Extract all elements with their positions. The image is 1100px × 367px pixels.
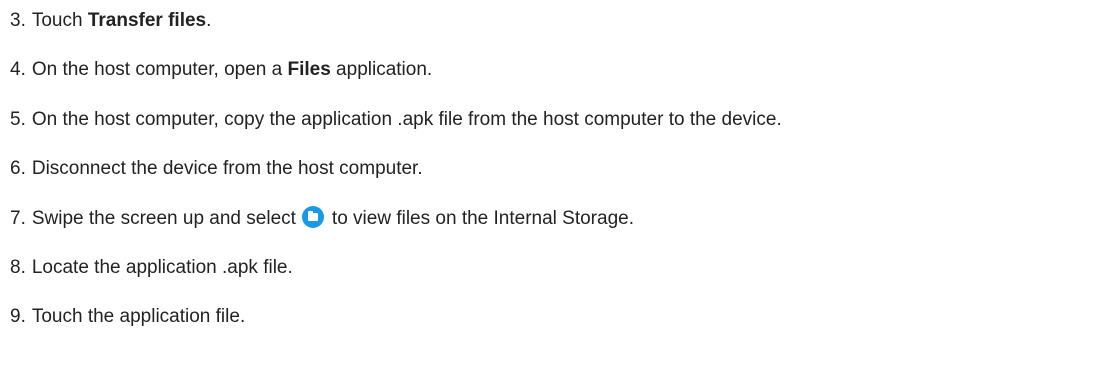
step-3: 3. Touch Transfer files. [10, 9, 211, 33]
step-number: 3. [10, 10, 26, 31]
step-number: 9. [10, 306, 26, 327]
step-text-end: to view files on the Internal Storage. [331, 208, 634, 229]
files-app-icon [301, 206, 324, 228]
step-5: 5. On the host computer, copy the applica… [10, 108, 782, 132]
step-text: Touch [31, 10, 88, 31]
step-bold-term: Transfer files [87, 10, 207, 31]
step-bold-term: Files [287, 59, 331, 80]
step-text: Disconnect the device from the host comp… [31, 158, 423, 179]
step-7: 7. Swipe the screen up and select to view … [10, 206, 634, 231]
step-text: Touch the application file. [31, 306, 246, 327]
step-number: 5. [10, 109, 26, 130]
instruction-steps: 3. Touch Transfer files. 4. On the host co… [0, 0, 1100, 367]
step-8: 8. Locate the application .apk file. [10, 256, 293, 280]
step-number: 7. [10, 208, 26, 229]
step-text-end: application. [330, 59, 433, 80]
step-9: 9. Touch the application file. [10, 305, 245, 329]
step-text: Locate the application .apk file. [31, 257, 293, 278]
step-text: On the host computer, open a [31, 59, 288, 80]
step-number: 8. [10, 257, 26, 278]
step-text-end: . [206, 10, 212, 31]
step-text: On the host computer, copy the applicati… [31, 109, 782, 130]
step-text: Swipe the screen up and select [31, 208, 296, 229]
step-number: 4. [10, 59, 26, 80]
step-4: 4. On the host computer, open a Files app… [10, 58, 432, 82]
step-number: 6. [10, 158, 26, 179]
step-6: 6. Disconnect the device from the host co… [10, 157, 423, 181]
